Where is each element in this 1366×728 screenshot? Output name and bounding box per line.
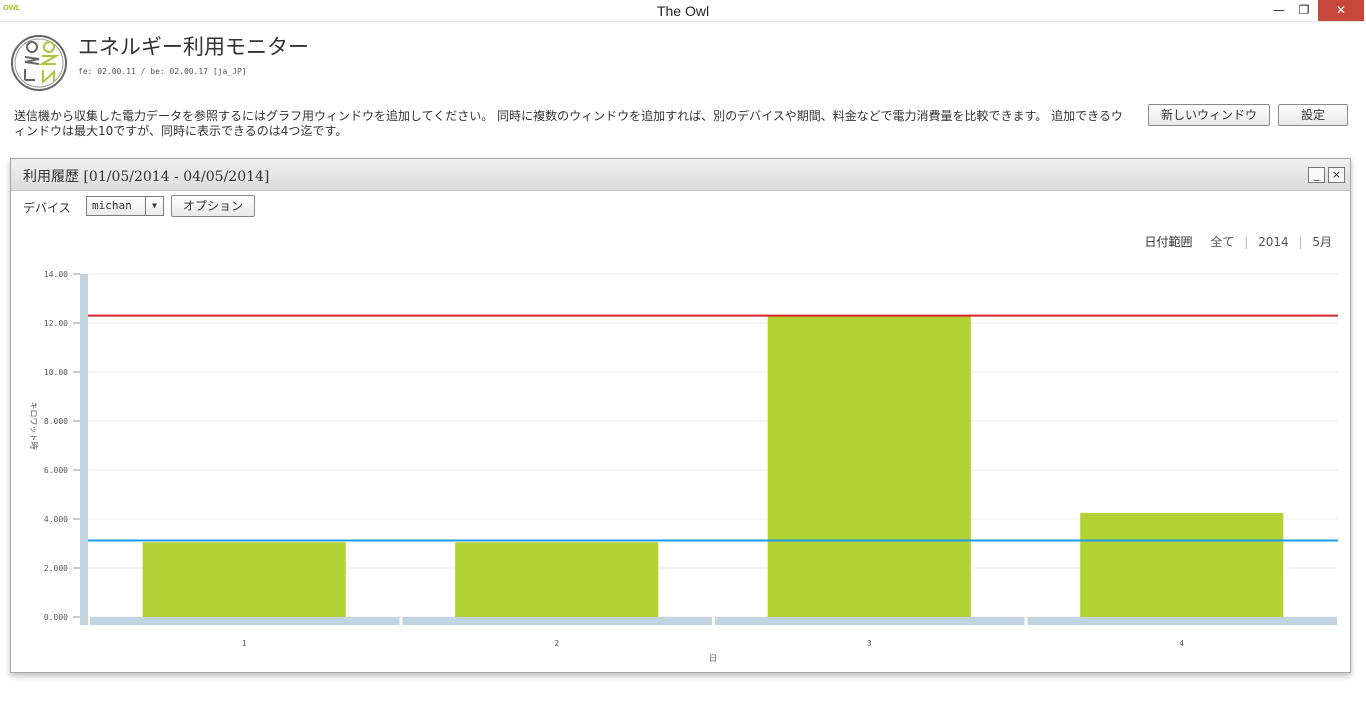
app-title: エネルギー利用モニター bbox=[78, 35, 309, 59]
chevron-down-icon[interactable]: ▼ bbox=[145, 197, 163, 215]
chart-bar bbox=[1080, 512, 1284, 617]
panel-minimize-button[interactable]: _ bbox=[1308, 167, 1325, 183]
owl-logo bbox=[11, 35, 67, 91]
y-axis bbox=[80, 274, 88, 625]
window-title-bar: OWL The Owl — ❐ ✕ bbox=[0, 0, 1366, 22]
y-tick-label: 0.000 bbox=[44, 613, 68, 622]
x-tick-label: 3 bbox=[867, 639, 872, 648]
device-select[interactable]: michan ▼ bbox=[86, 196, 164, 216]
x-axis-segment bbox=[402, 617, 712, 625]
y-tick-label: 2.000 bbox=[44, 564, 68, 573]
settings-button[interactable]: 設定 bbox=[1278, 104, 1348, 126]
usage-bar-chart: 0.000 2.000 4.000 6.000 8.000 10.00 12.00 14.00… bbox=[29, 270, 1338, 663]
y-tick-label: 10.00 bbox=[44, 368, 68, 377]
device-label: デバイス bbox=[23, 201, 71, 215]
close-window-button[interactable]: ✕ bbox=[1318, 0, 1364, 21]
options-button[interactable]: オプション bbox=[171, 195, 255, 217]
y-tick-label: 8.000 bbox=[44, 417, 68, 426]
intro-text: 送信機から収集した電力データを参照するにはグラフ用ウィンドウを追加してください。… bbox=[14, 109, 1123, 138]
chart-bar bbox=[767, 315, 971, 617]
version-info: fe: 02.00.11 / be: 02.00.17 [ja_JP] bbox=[78, 67, 247, 76]
device-select-value: michan bbox=[92, 199, 132, 212]
x-axis-segment bbox=[1027, 617, 1337, 625]
chart-bar bbox=[455, 542, 659, 617]
y-tick-label: 6.000 bbox=[44, 466, 68, 475]
y-tick-label: 12.00 bbox=[44, 319, 68, 328]
panel-header: 利用履歴 [01/05/2014 - 04/05/2014] _ × bbox=[11, 159, 1350, 191]
panel-title: 利用履歴 [01/05/2014 - 04/05/2014] bbox=[23, 169, 270, 185]
x-axis-segment bbox=[90, 617, 400, 625]
window-title: The Owl bbox=[656, 3, 710, 19]
x-axis-label: 日 bbox=[709, 654, 717, 663]
x-tick-label: 4 bbox=[1179, 639, 1184, 648]
y-axis-label: キロワット時 bbox=[29, 402, 38, 450]
x-tick-label: 1 bbox=[242, 639, 247, 648]
y-tick-label: 14.00 bbox=[44, 270, 68, 279]
new-window-button[interactable]: 新しいウィンドウ bbox=[1148, 104, 1270, 126]
chart-bar bbox=[142, 542, 346, 617]
restore-window-button[interactable]: ❐ bbox=[1289, 0, 1319, 21]
x-tick-label: 2 bbox=[554, 639, 559, 648]
panel-close-button[interactable]: × bbox=[1328, 167, 1345, 183]
y-tick-label: 4.000 bbox=[44, 515, 68, 524]
x-axis-segment bbox=[715, 617, 1025, 625]
